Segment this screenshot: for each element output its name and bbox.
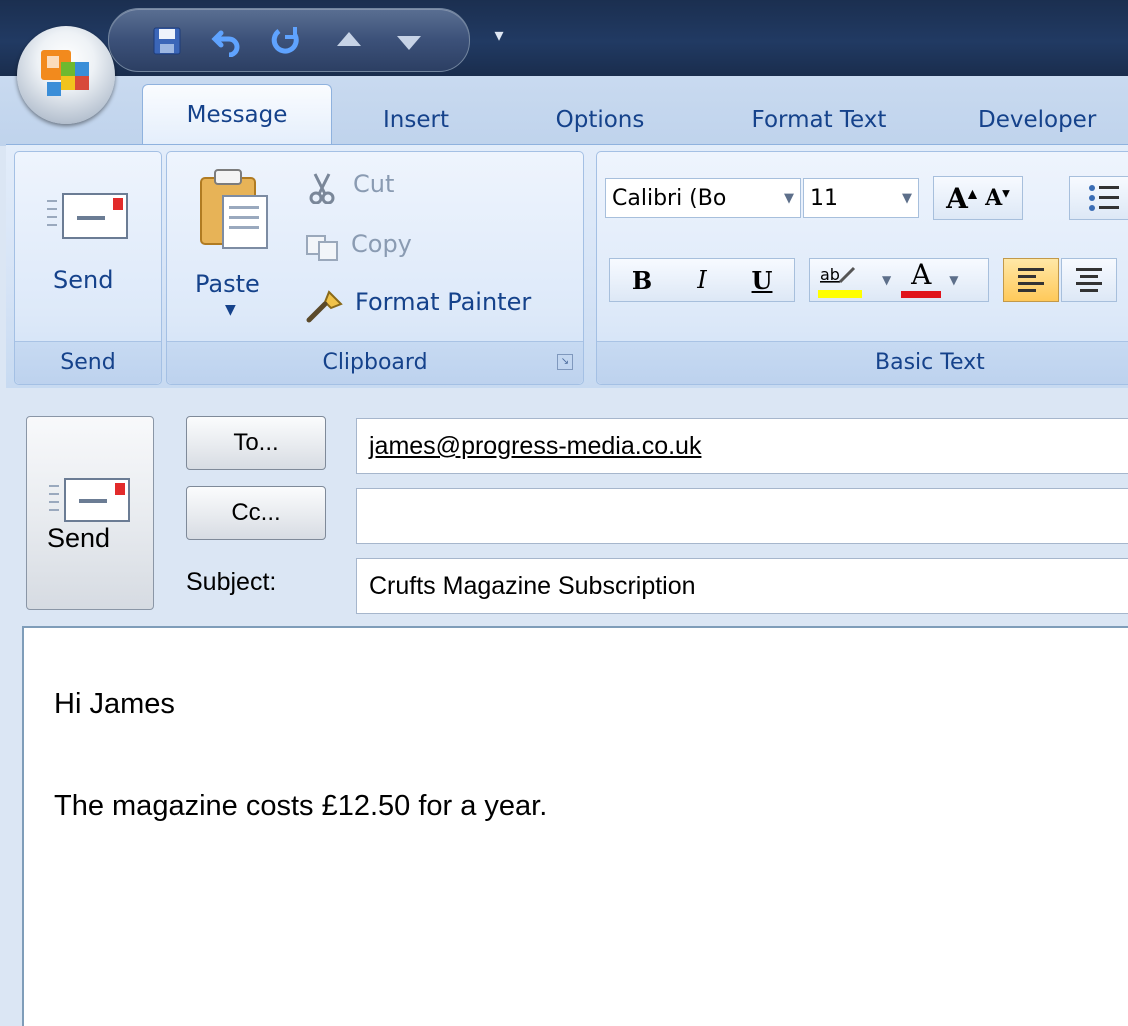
font-size-value: 11 [810,186,838,211]
undo-icon[interactable] [209,23,245,59]
font-style-group: B I U [609,258,795,302]
align-left-icon [1018,268,1044,292]
compose-header: Send To... Cc... Subject: james@progress… [0,388,1128,628]
cut-button[interactable]: Cut [301,166,461,210]
basic-text-group-label: Basic Text [597,341,1128,384]
message-body[interactable]: Hi James The magazine costs £12.50 for a… [22,626,1128,1026]
clipboard-group-label: Clipboard ↘ [167,341,583,384]
office-button[interactable] [17,26,115,124]
format-painter-label: Format Painter [355,288,532,316]
align-left-button[interactable] [1003,258,1059,302]
tab-developer[interactable]: Developer [978,98,1128,142]
highlight-dropdown-icon[interactable]: ▼ [882,273,891,287]
color-group: ab ▼ A ▼ [809,258,989,302]
font-name-combo[interactable]: Calibri (Bo ▼ [605,178,801,218]
cut-label: Cut [353,170,395,198]
ribbon-tabs: Message Insert Options Format Text Devel… [0,76,1128,146]
paste-label: Paste [195,270,260,298]
send-group-label: Send [15,341,161,384]
bold-button[interactable]: B [612,266,672,295]
title-bar: ▾ [0,0,1128,76]
bullets-icon [1089,185,1119,211]
quick-access-toolbar [108,8,470,72]
dialog-launcher-icon[interactable]: ↘ [557,354,573,370]
format-painter-button[interactable]: Format Painter [301,284,571,328]
tab-message[interactable]: Message [142,84,332,145]
scissors-icon [309,173,335,204]
clipboard-group: Paste ▼ Cut Copy Format Painter Clipboar… [166,151,584,385]
italic-button[interactable]: I [672,266,732,294]
font-color-letter: A [911,258,932,291]
paste-button[interactable]: Paste ▼ [181,162,291,332]
send-button-label: Send [47,523,111,553]
cc-button[interactable]: Cc... [186,486,326,540]
tab-insert[interactable]: Insert [358,98,474,142]
tab-format-text[interactable]: Format Text [724,98,914,142]
align-center-button[interactable] [1061,258,1117,302]
to-field[interactable]: james@progress-media.co.uk [356,418,1128,474]
svg-text:ab: ab [820,265,840,284]
shrink-font-button[interactable]: A▼ [985,185,1010,211]
subject-label: Subject: [186,568,277,596]
ribbon-send-label: Send [53,266,114,294]
customize-toolbar-icon[interactable]: ▾ [490,24,508,48]
font-color-dropdown-icon[interactable]: ▼ [949,273,958,287]
font-name-dropdown-icon[interactable]: ▼ [784,179,794,217]
highlight-button[interactable]: ab [816,260,876,300]
body-line-greeting: Hi James [54,688,175,720]
office-logo-icon [41,50,89,96]
body-line-price: The magazine costs £12.50 for a year. [54,790,548,822]
clipboard-icon [200,169,268,249]
font-name-value: Calibri (Bo [612,186,727,211]
send-group: Send Send [14,151,162,385]
copy-label: Copy [351,230,412,258]
copy-icon [306,235,338,261]
next-item-icon[interactable] [391,23,427,59]
ribbon: Send Send Paste ▼ Cut Copy Format Painte… [6,144,1128,389]
paste-dropdown-icon[interactable]: ▼ [225,302,236,318]
previous-item-icon[interactable] [331,23,367,59]
font-size-group: A▲ A▼ [933,176,1023,220]
underline-button[interactable]: U [732,266,792,295]
paintbrush-icon [306,290,343,323]
redo-icon[interactable] [269,23,305,59]
highlighter-icon: ab [818,265,862,298]
font-size-combo[interactable]: 11 ▼ [803,178,919,218]
tab-options[interactable]: Options [530,98,670,142]
cc-field[interactable] [356,488,1128,544]
font-color-swatch [901,291,942,298]
font-color-button[interactable]: A [899,260,943,300]
clipboard-group-text: Clipboard [322,350,428,375]
font-size-dropdown-icon[interactable]: ▼ [902,179,912,217]
save-icon[interactable] [149,23,185,59]
send-button[interactable]: Send [26,416,154,610]
subject-field[interactable]: Crufts Magazine Subscription [356,558,1128,614]
align-center-icon [1076,268,1102,292]
ribbon-send-button[interactable]: Send [23,160,151,330]
to-button[interactable]: To... [186,416,326,470]
copy-button[interactable]: Copy [301,226,461,270]
basic-text-group: Calibri (Bo ▼ 11 ▼ A▲ A▼ B I U ab ▼ A ▼ … [596,151,1128,385]
grow-font-button[interactable]: A▲ [946,182,977,215]
bullets-button[interactable] [1069,176,1128,220]
send-envelope-icon [49,478,130,522]
envelope-icon [47,193,128,239]
